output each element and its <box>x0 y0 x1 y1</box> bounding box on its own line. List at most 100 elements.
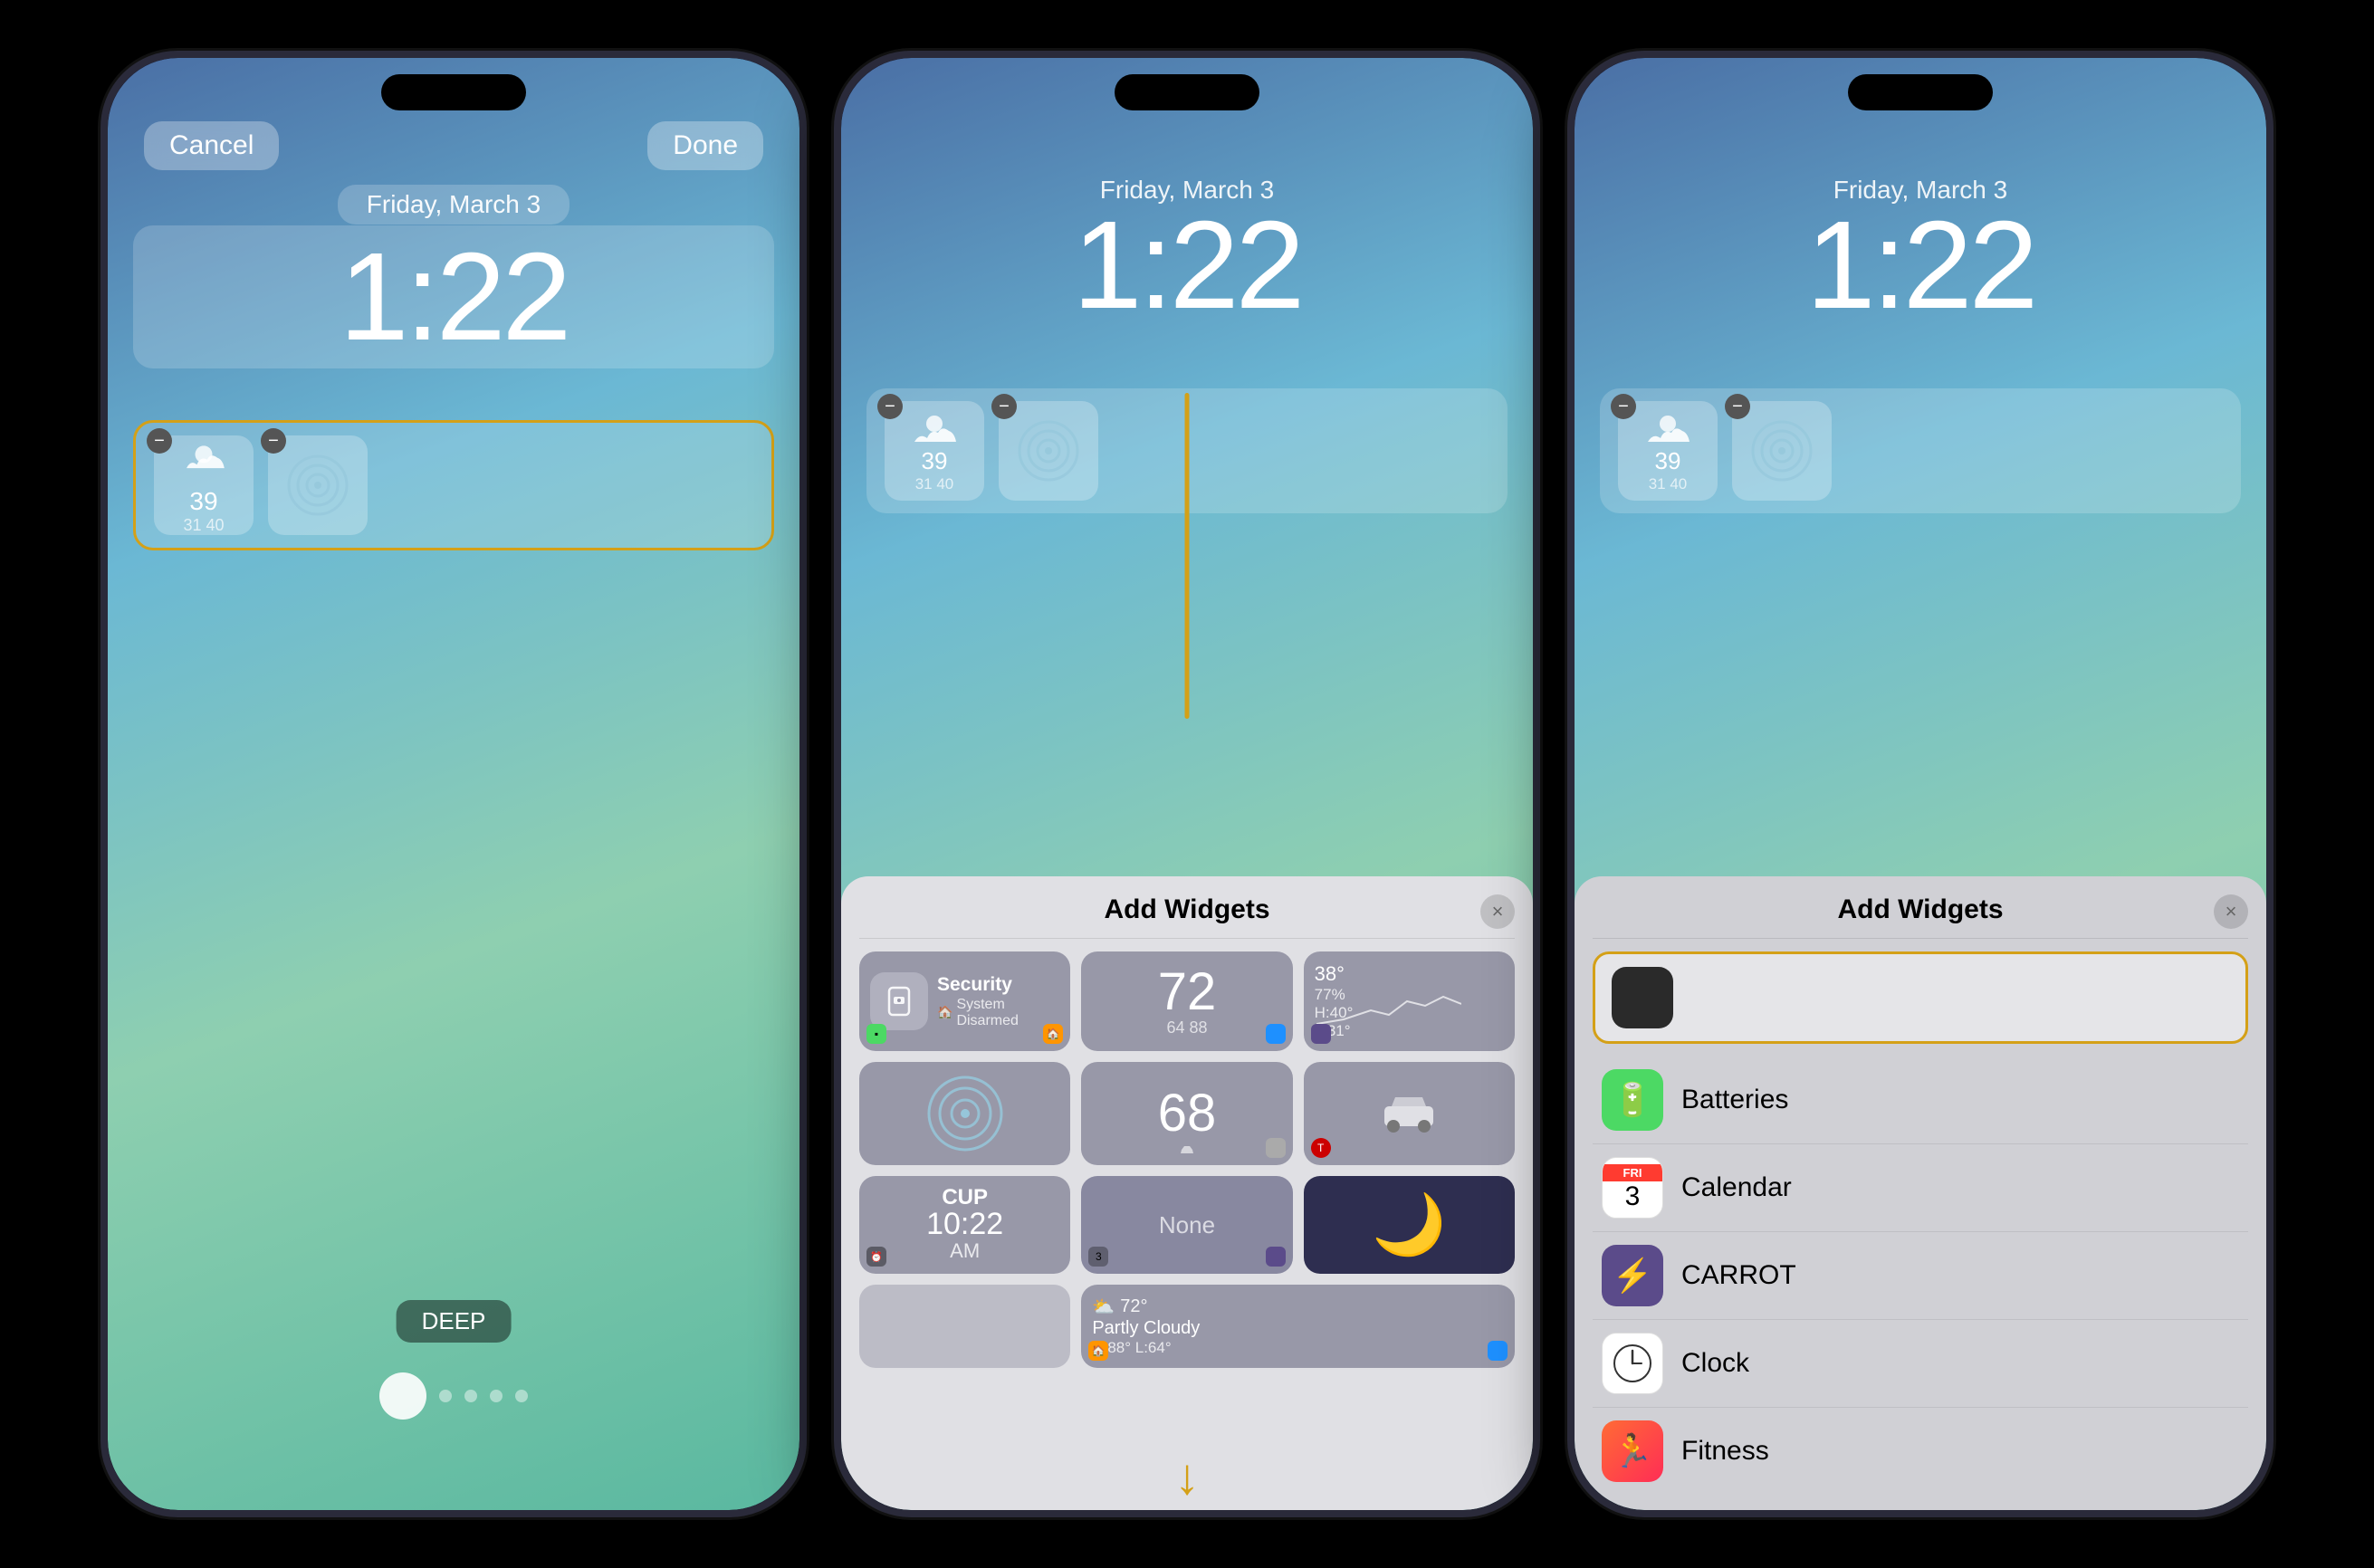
widget-cell-temp[interactable]: 38° 77% H:40° L:31° <box>1304 951 1515 1051</box>
num-72: 72 <box>1158 966 1217 1018</box>
widget-row-highlighted[interactable]: − 39 31 40 − <box>133 420 774 550</box>
edit-buttons: Cancel Done <box>108 121 799 170</box>
widget-cell-68[interactable]: 68 <box>1081 1062 1292 1165</box>
security-badge-green: ▪ <box>866 1024 886 1044</box>
sparkline <box>1316 988 1461 1033</box>
phone-2-screen: Friday, March 3 1:22 − 39 31 4 <box>841 58 1533 1510</box>
app-list-panel: Add Widgets × 🔋 Batteries <box>1575 876 2266 1510</box>
tesla-badge: T <box>1311 1138 1331 1158</box>
app-row-batteries[interactable]: 🔋 Batteries <box>1593 1056 2248 1144</box>
clock-icon <box>1602 1333 1663 1394</box>
num-72-range: 64 88 <box>1166 1018 1207 1037</box>
app-list: 🔋 Batteries FRI 3 Calendar <box>1593 1056 2248 1495</box>
widget-cell-none[interactable]: None 3 <box>1081 1176 1292 1274</box>
time-box-1: 1:22 <box>133 225 774 368</box>
volume-up-button-2[interactable] <box>834 221 836 275</box>
volume-up-button-3[interactable] <box>1567 221 1569 275</box>
none-calendar-badge: 3 <box>1088 1247 1108 1267</box>
page-dot-1[interactable] <box>439 1390 452 1402</box>
num72-badge <box>1266 1024 1286 1044</box>
widget-row-3: − 39 31 40 − <box>1600 388 2241 513</box>
security-text: Security 🏠 System Disarmed <box>937 973 1059 1028</box>
security-title: Security <box>937 973 1059 996</box>
phone-2-background: Friday, March 3 1:22 − 39 31 4 <box>841 58 1533 1510</box>
calendar-icon: FRI 3 <box>1602 1157 1663 1219</box>
widget-cell-cup[interactable]: CUP 10:22 AM ⏰ <box>859 1176 1070 1274</box>
radar-widget-3[interactable]: − <box>1732 401 1832 501</box>
volume-down-button[interactable] <box>101 311 102 393</box>
calendar-label: Calendar <box>1681 1172 1792 1203</box>
cloudy-badge-orange: 🏠 <box>1088 1341 1108 1361</box>
deep-label: DEEP <box>397 1300 512 1343</box>
silent-button-3[interactable] <box>1567 420 1569 502</box>
car-icon-cell <box>1377 1088 1441 1139</box>
temp-range-1: 31 40 <box>183 516 224 535</box>
page-dot-2[interactable] <box>464 1390 477 1402</box>
power-button-3[interactable] <box>2272 311 2273 429</box>
silent-button[interactable] <box>101 420 102 502</box>
minus-badge-radar-2[interactable]: − <box>991 394 1017 419</box>
weather-icon-svg <box>177 435 231 487</box>
widget-cell-radar[interactable] <box>859 1062 1070 1165</box>
dynamic-island-3 <box>1848 74 1993 110</box>
silent-button-2[interactable] <box>834 420 836 502</box>
minus-badge-weather-3[interactable]: − <box>1611 394 1636 419</box>
partly-cloudy-desc: Partly Cloudy <box>1092 1318 1504 1339</box>
radar-widget-1[interactable]: − <box>268 435 368 535</box>
num-68: 68 <box>1158 1087 1217 1140</box>
cancel-button[interactable]: Cancel <box>144 121 279 170</box>
carrot-icon: ⚡ <box>1602 1245 1663 1306</box>
clock-svg <box>1613 1343 1652 1383</box>
security-icon <box>882 984 916 1018</box>
app-row-carrot[interactable]: ⚡ CARROT <box>1593 1232 2248 1320</box>
temp-38: 38° <box>1315 962 1504 986</box>
phone-3-screen: Friday, March 3 1:22 − 39 31 4 <box>1575 58 2266 1510</box>
radar-cell-icon <box>924 1073 1006 1154</box>
power-button[interactable] <box>805 311 807 429</box>
minus-badge-weather-2[interactable]: − <box>877 394 903 419</box>
lock-time-1: 1:22 <box>340 227 569 367</box>
dynamic-island-1 <box>381 74 526 110</box>
minus-badge-radar[interactable]: − <box>261 428 286 454</box>
fitness-label: Fitness <box>1681 1436 1769 1467</box>
panel-header-3: Add Widgets × <box>1593 894 2248 939</box>
app-row-clock[interactable]: Clock <box>1593 1320 2248 1408</box>
volume-up-button[interactable] <box>101 221 102 275</box>
carrot-label: CARROT <box>1681 1260 1796 1291</box>
dark-square-icon <box>1612 967 1673 1028</box>
gold-vertical-line <box>1185 393 1190 719</box>
power-button-2[interactable] <box>1538 311 1540 429</box>
widget-cell-car[interactable]: T <box>1304 1062 1515 1165</box>
volume-down-button-3[interactable] <box>1567 311 1569 393</box>
time-area-3: 1:22 <box>1575 203 2266 328</box>
weather-widget-3[interactable]: − 39 31 40 <box>1618 401 1718 501</box>
page-dot-active[interactable] <box>379 1372 426 1420</box>
widget-cell-security[interactable]: Security 🏠 System Disarmed ▪ 🏠 <box>859 951 1070 1051</box>
panel-close-2[interactable]: × <box>1480 894 1515 929</box>
widget-cell-moon[interactable]: 🌙 <box>1304 1176 1515 1274</box>
app-row-calendar[interactable]: FRI 3 Calendar <box>1593 1144 2248 1232</box>
minus-badge-radar-3[interactable]: − <box>1725 394 1750 419</box>
temp-val-1: 39 <box>189 487 217 516</box>
add-widgets-panel: Add Widgets × <box>841 876 1533 1510</box>
highlighted-app-row[interactable] <box>1593 951 2248 1044</box>
weather-widget-1[interactable]: − 39 31 40 <box>154 435 254 535</box>
widget-cell-72[interactable]: 72 64 88 <box>1081 951 1292 1051</box>
radar-widget-2[interactable]: − <box>999 401 1098 501</box>
weather-widget-2[interactable]: − 39 31 40 <box>885 401 984 501</box>
arrow-down-icon: ↓ <box>1174 1447 1200 1506</box>
cup-time: 10:22 <box>926 1209 1003 1239</box>
page-dot-3[interactable] <box>490 1390 503 1402</box>
phone-1-screen: Cancel Done Friday, March 3 1:22 <box>108 58 799 1510</box>
app-row-fitness[interactable]: 🏃 Fitness <box>1593 1408 2248 1495</box>
volume-down-button-2[interactable] <box>834 311 836 393</box>
temp-badge-purple <box>1311 1024 1331 1044</box>
done-button[interactable]: Done <box>647 121 763 170</box>
minus-badge-weather[interactable]: − <box>147 428 172 454</box>
widget-cell-partly-cloudy[interactable]: ⛅72° Partly Cloudy H:88° L:64° 🏠 <box>1081 1285 1515 1368</box>
panel-close-3[interactable]: × <box>2214 894 2248 929</box>
temp-val-3: 39 <box>1655 447 1681 475</box>
page-dot-4[interactable] <box>515 1390 528 1402</box>
weather-icon-3 <box>1642 409 1693 447</box>
weather-icon-2 <box>909 409 960 447</box>
